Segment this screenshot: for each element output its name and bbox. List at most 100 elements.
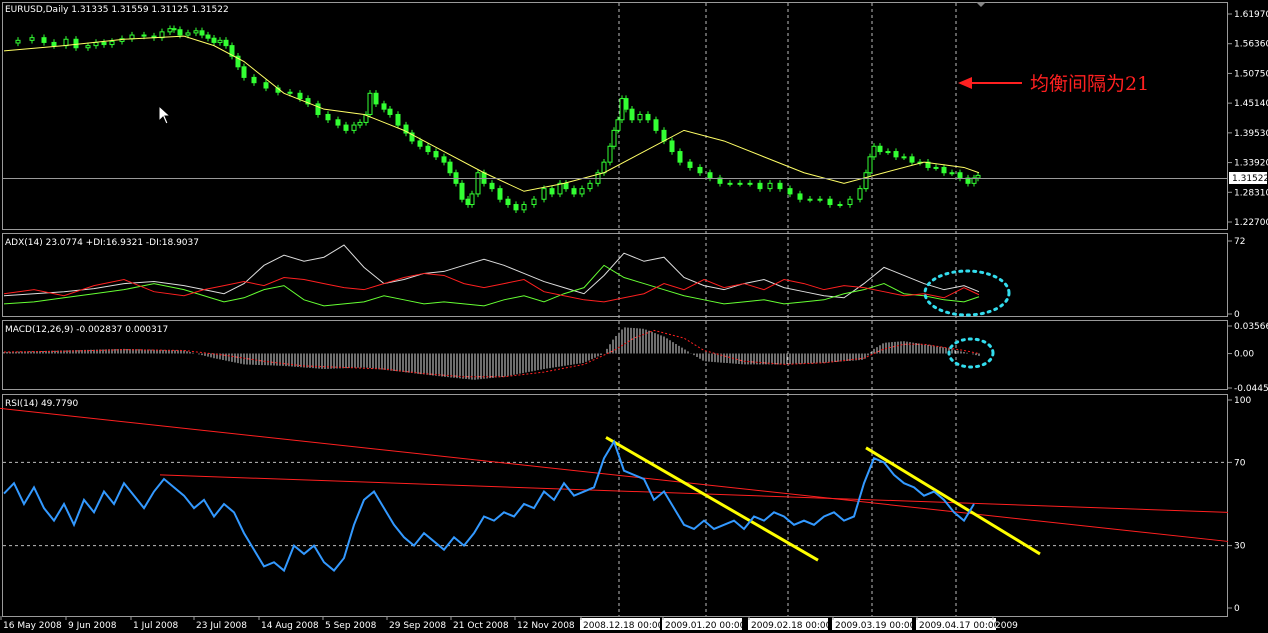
price-candle — [817, 198, 823, 201]
price-candle — [315, 103, 321, 115]
price-candle — [85, 45, 91, 49]
x-label: 23 Jul 2008 — [196, 621, 247, 631]
price-candle — [497, 188, 503, 200]
price-candle — [459, 182, 465, 200]
price-candle — [325, 113, 331, 121]
price-candle — [223, 39, 229, 47]
tick-label: 1.56360 — [1234, 40, 1268, 50]
price-candle — [425, 145, 431, 153]
price-candle — [727, 182, 733, 185]
price-candle — [767, 182, 773, 190]
price-candle — [619, 98, 625, 121]
tick-label: 0 — [1234, 310, 1240, 320]
annotation-text: 均衡间隔为21 — [1030, 73, 1149, 95]
price-candle — [863, 172, 869, 190]
tick-label: 70 — [1234, 458, 1246, 468]
price-candle — [63, 38, 69, 47]
price-candle — [241, 66, 247, 78]
price-candle — [933, 166, 939, 169]
price-candle — [521, 204, 527, 211]
price-candle — [357, 121, 363, 126]
price-candle — [287, 91, 293, 94]
price-candle — [661, 129, 667, 142]
price-candle — [857, 188, 863, 200]
price-candle — [387, 108, 393, 115]
price-candle — [687, 161, 693, 168]
price-candle — [447, 161, 453, 174]
price-candle — [367, 92, 373, 115]
price-candle — [557, 182, 563, 195]
macd-header: MACD(12,26,9) -0.002837 0.000317 — [5, 325, 168, 335]
price-candle — [351, 124, 357, 131]
price-candle — [677, 151, 683, 163]
price-candle — [653, 119, 659, 131]
price-candle — [505, 198, 511, 206]
tick-label: -0.044581 — [1234, 384, 1268, 394]
price-candle — [93, 41, 99, 47]
price-candle — [395, 113, 401, 126]
price-candle — [41, 37, 47, 43]
price-candle — [211, 37, 217, 43]
price-candle — [185, 32, 191, 36]
price-candle — [837, 204, 843, 207]
price-candle — [975, 174, 981, 179]
price-candle — [141, 34, 147, 37]
price-candle — [541, 188, 547, 200]
x-label: 2009.03.19 00:00 — [835, 621, 916, 631]
price-candle — [941, 166, 947, 174]
price-candle — [549, 188, 555, 195]
price-candle — [601, 161, 607, 174]
tick-label: 1.22700 — [1234, 218, 1268, 228]
current-price-label: 1.31522 — [1232, 174, 1268, 184]
price-candle — [847, 198, 853, 206]
price-candle — [29, 37, 35, 41]
price-candle — [171, 28, 177, 31]
price-candle — [433, 151, 439, 158]
x-label: 14 Aug 2008 — [261, 621, 319, 631]
x-label: 12 Nov 2008 — [517, 621, 575, 631]
rsi-header: RSI(14) 49.7790 — [5, 399, 78, 409]
price-candle — [441, 156, 447, 163]
price-candle — [777, 182, 783, 190]
price-candle — [579, 188, 585, 195]
price-candle — [343, 124, 349, 131]
tick-label: 1.28310 — [1234, 188, 1268, 198]
price-candle — [563, 182, 569, 190]
price-candle — [877, 145, 883, 153]
price-candle — [637, 113, 643, 121]
price-candle — [587, 182, 593, 190]
tick-label: 0 — [1234, 604, 1240, 614]
price-candle — [205, 34, 211, 39]
tick-label: 30 — [1234, 542, 1246, 552]
price-candle — [669, 140, 675, 153]
x-label: 2009.01.20 00:00 — [665, 621, 746, 631]
x-label: 16 May 2008 — [3, 621, 62, 631]
x-label: 29 Sep 2008 — [389, 621, 446, 631]
tick-label: 1.61970 — [1234, 10, 1268, 20]
price-candle — [51, 41, 57, 47]
price-candle — [957, 172, 963, 179]
x-label: 1 Jul 2008 — [133, 621, 178, 631]
price-candle — [531, 198, 537, 206]
x-label: 21 Oct 2008 — [453, 621, 509, 631]
price-candle — [381, 103, 387, 110]
price-candle — [867, 156, 873, 174]
price-candle — [571, 188, 577, 195]
price-candle — [73, 38, 79, 49]
tick-label: 1.50750 — [1234, 69, 1268, 79]
price-candle — [263, 82, 269, 89]
price-candle — [757, 182, 763, 190]
price-candle — [893, 151, 899, 158]
price-candle — [885, 151, 891, 154]
tick-label: 0.00 — [1234, 350, 1254, 360]
price-candle — [797, 193, 803, 200]
price-candle — [15, 39, 21, 44]
price-candle — [615, 119, 621, 131]
price-candle — [251, 76, 257, 84]
price-candle — [167, 28, 173, 33]
price-chart: 1.61970 1.56360 1.50750 1.45140 1.39530 1.339… — [0, 0, 1268, 633]
price-candle — [177, 29, 183, 36]
price-candle — [787, 188, 793, 195]
price-candle — [199, 30, 205, 36]
tick-label: 100 — [1234, 396, 1251, 406]
